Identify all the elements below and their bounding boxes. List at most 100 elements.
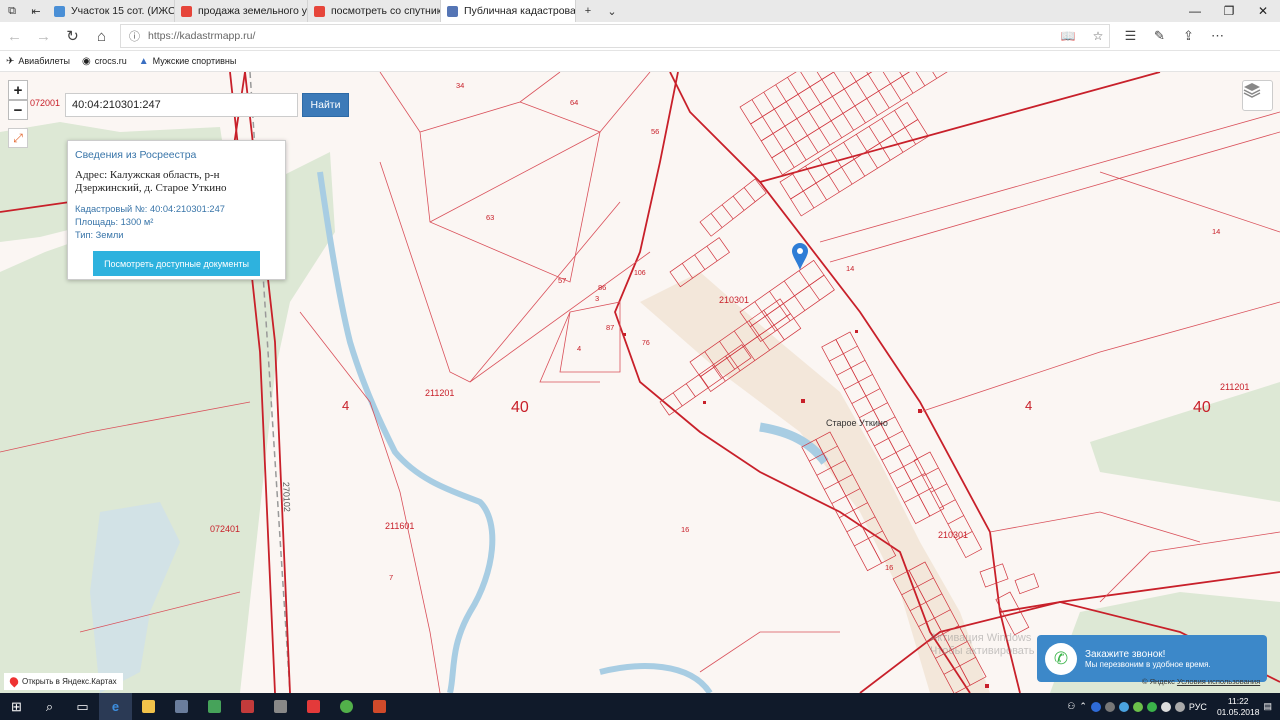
url-text: https://kadastrmapp.ru/ (148, 30, 256, 42)
powerpoint-icon[interactable] (363, 693, 396, 720)
reading-view-icon[interactable]: 📖 (1057, 29, 1079, 43)
search-icon[interactable]: ⌕ (33, 693, 66, 720)
tab-prodazha[interactable]: продажа земельного учас (175, 0, 308, 22)
favorite-star-icon[interactable]: ☆ (1087, 29, 1109, 43)
tab-actions-icon[interactable]: ⧉ (0, 0, 24, 22)
volume-icon[interactable] (1174, 701, 1185, 712)
tab-uchastok[interactable]: Участок 15 сот. (ИЖС) - куп (48, 0, 175, 22)
app-pen-icon[interactable] (264, 693, 297, 720)
callback-widget[interactable]: ✆ Закажите звонок! Мы перезвоним в удобн… (1037, 635, 1267, 682)
tray-app-icon[interactable] (1146, 701, 1157, 712)
label-210301-north: 210301 (719, 295, 749, 305)
callback-title: Закажите звонок! (1085, 648, 1166, 660)
layers-button[interactable] (1242, 80, 1273, 111)
system-tray: ⚇ ⌃ РУС 11:22 01.05.2018 ▤ (1067, 696, 1280, 718)
tab-list-chevron-icon[interactable]: ⌄ (600, 0, 624, 22)
open-in-yandex-maps-link[interactable]: Открыть в Яндекс.Картах (4, 673, 123, 690)
favorite-label: Авиабилеты (18, 56, 70, 66)
chevron-up-icon[interactable]: ⌃ (1079, 701, 1087, 712)
forward-icon[interactable]: → (29, 22, 58, 51)
people-icon[interactable]: ⚇ (1067, 701, 1075, 712)
back-icon[interactable]: ← (0, 22, 29, 51)
clock-time: 11:22 (1227, 695, 1249, 706)
yandex-browser-icon[interactable] (297, 693, 330, 720)
tray-app-icon[interactable] (1118, 701, 1129, 712)
label-4-west: 4 (342, 398, 349, 413)
notifications-icon[interactable]: ▤ (1263, 701, 1272, 712)
open-in-yandex-label: Открыть в Яндекс.Картах (22, 677, 117, 686)
label-211201-west: 211201 (425, 388, 454, 398)
clock-date: 01.05.2018 (1216, 706, 1260, 717)
network-icon[interactable] (1160, 701, 1171, 712)
label-270102: 270102 (281, 482, 292, 512)
language-indicator[interactable]: РУС (1189, 702, 1207, 712)
favicon-icon (181, 5, 192, 17)
crocs-icon: ◉ (81, 55, 91, 67)
clock[interactable]: 11:22 01.05.2018 (1217, 696, 1260, 718)
yandex-pin-icon (7, 675, 21, 688)
more-icon[interactable]: ⋯ (1203, 28, 1232, 44)
popup-area: Площадь: 1300 м² (75, 217, 154, 227)
maximize-icon[interactable]: ❐ (1212, 4, 1246, 18)
close-window-icon[interactable]: ✕ (1246, 4, 1280, 18)
zoom-in-button[interactable]: + (8, 80, 28, 100)
popup-address: Адрес: Калужская область, р-н Дзержински… (75, 169, 227, 194)
favorites-hub-icon[interactable]: ☰ (1116, 28, 1145, 44)
label-57: 57 (558, 276, 566, 285)
label-3: 3 (595, 294, 599, 303)
label-4-east: 4 (1025, 398, 1032, 413)
app-cube-icon[interactable] (198, 693, 231, 720)
minimize-icon[interactable]: — (1178, 4, 1212, 18)
search-button[interactable]: Найти (302, 93, 349, 117)
app-green-icon[interactable] (330, 693, 363, 720)
task-view-icon[interactable]: ▭ (66, 693, 99, 720)
favorite-crocs[interactable]: ◉ crocs.ru (82, 56, 127, 67)
popup-title: Сведения из Росреестра (75, 149, 197, 161)
tray-app-icon[interactable] (1132, 701, 1143, 712)
tab-sputnik[interactable]: посмотреть со спутника на (308, 0, 441, 22)
favorite-sportivny[interactable]: ▲ Мужские спортивны (139, 56, 237, 67)
tray-app-icon[interactable] (1090, 701, 1101, 712)
label-14: 14 (846, 264, 854, 273)
share-icon[interactable]: ⇪ (1174, 28, 1203, 44)
info-icon: ⓘ (129, 31, 140, 43)
label-40-east: 40 (1193, 399, 1211, 416)
app-game-icon[interactable] (231, 693, 264, 720)
start-windows-icon[interactable]: ⊞ (0, 693, 33, 720)
label-76: 76 (642, 340, 650, 347)
label-16b: 16 (885, 563, 893, 572)
address-bar[interactable]: ⓘ https://kadastrmapp.ru/ 📖 ☆ (120, 24, 1110, 48)
zoom-out-button[interactable]: − (8, 100, 28, 120)
tab-kadastr[interactable]: Публичная кадастрова ✕ (441, 0, 576, 22)
stream (599, 663, 713, 693)
search-button-label: Найти (310, 99, 341, 111)
label-072401: 072401 (210, 524, 240, 534)
terms-of-use-link[interactable]: Условия использования (1177, 677, 1260, 686)
fullscreen-icon[interactable]: ⤢ (8, 128, 28, 148)
back-tabs-icon[interactable]: ⇤ (24, 0, 48, 22)
view-documents-button[interactable]: Посмотреть доступные документы (93, 251, 260, 276)
tab-label: посмотреть со спутника на (331, 5, 440, 17)
refresh-icon[interactable]: ↻ (58, 22, 87, 51)
tab-label: Участок 15 сот. (ИЖС) - куп (71, 5, 175, 17)
triangle-icon: ▲ (138, 55, 149, 67)
cadastral-search-input[interactable] (65, 93, 298, 117)
edge-browser-icon[interactable]: e (99, 693, 132, 720)
favicon-icon (314, 5, 325, 17)
popup-cadastral-number: Кадастровый №: 40:04:210301:247 (75, 204, 225, 214)
new-tab-icon[interactable]: + (576, 0, 600, 22)
label-211601: 211601 (385, 521, 414, 531)
label-211201-east: 211201 (1220, 382, 1249, 392)
label-14-east: 14 (1212, 227, 1220, 236)
tray-app-icon[interactable] (1104, 701, 1115, 712)
favorite-label: Мужские спортивны (152, 56, 237, 66)
store-icon[interactable] (165, 693, 198, 720)
cadastral-map[interactable]: 072001 34 64 56 63 57 86 3 87 4 106 76 2… (0, 72, 1280, 693)
favorite-aviabilety[interactable]: ✈ Авиабилеты (6, 56, 70, 67)
home-icon[interactable]: ⌂ (87, 22, 116, 51)
forest-area-east (1090, 382, 1280, 502)
label-87: 87 (606, 323, 614, 332)
file-explorer-icon[interactable] (132, 693, 165, 720)
pen-icon[interactable]: ✎ (1145, 28, 1174, 44)
label-village-name: Старое Уткино (826, 418, 888, 428)
